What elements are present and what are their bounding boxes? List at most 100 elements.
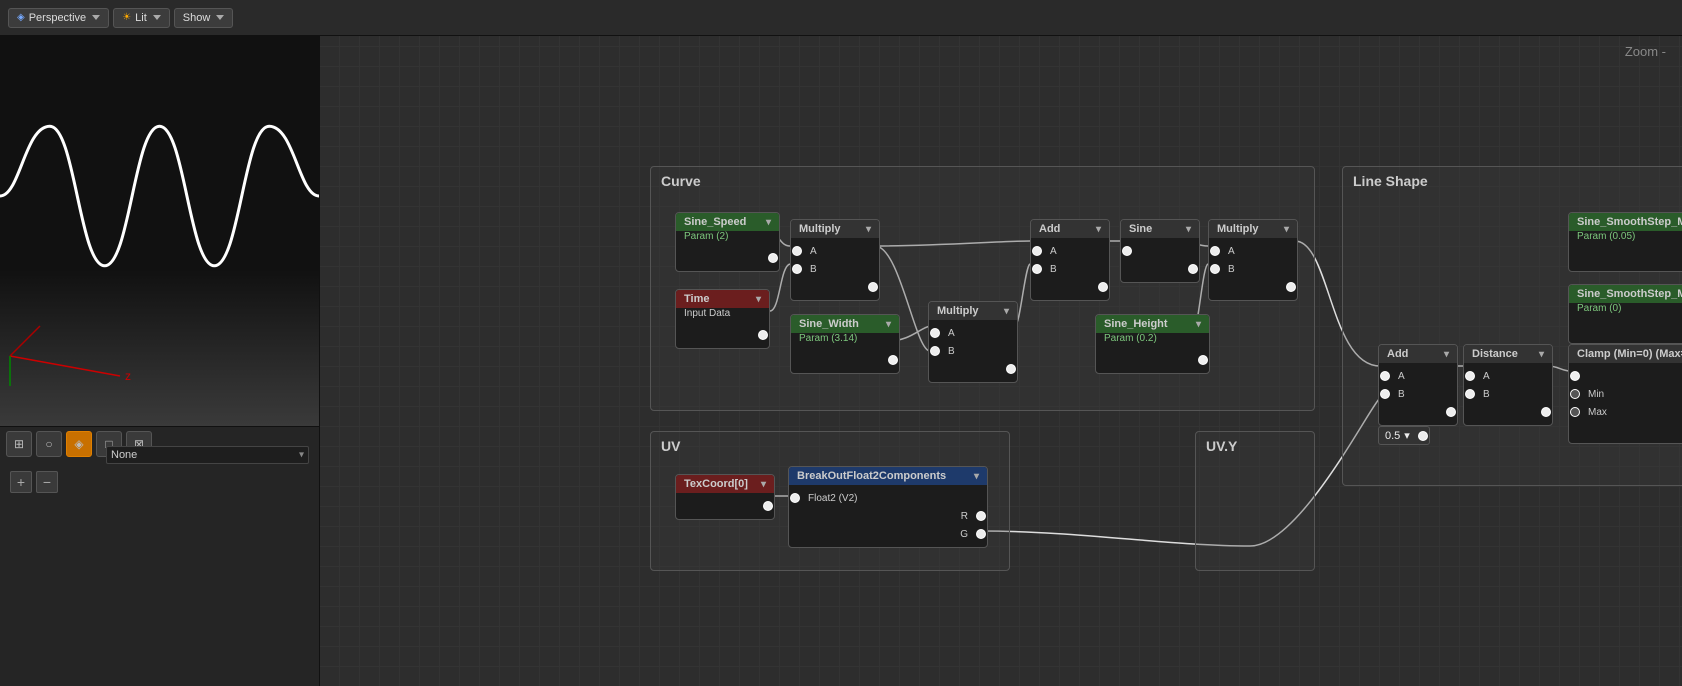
- svg-text:z: z: [125, 369, 131, 383]
- node-sine-expand[interactable]: ▾: [1186, 224, 1191, 235]
- node-add1-expand[interactable]: ▾: [1096, 224, 1101, 235]
- pin-add2-out: [1446, 407, 1456, 417]
- node-time-out: [676, 326, 769, 344]
- pin-mul1-out-row: [791, 278, 879, 296]
- pin-mul3-b: [1210, 264, 1220, 274]
- node-distance-expand[interactable]: ▾: [1539, 349, 1544, 360]
- pin-mul1-a-row: A: [791, 242, 879, 260]
- pin-add1-a-row: A: [1031, 242, 1109, 260]
- pin-clamp-min: [1570, 389, 1580, 399]
- node-time-subtitle: Input Data: [676, 308, 769, 322]
- node-multiply3-expand[interactable]: ▾: [1284, 224, 1289, 235]
- show-btn[interactable]: Show: [174, 8, 234, 28]
- pin-breakout-r-row: R: [789, 507, 987, 525]
- perspective-dropdown-icon: [92, 15, 100, 20]
- node-const05: 0.5 ▾: [1378, 426, 1430, 445]
- phys-material-select-wrap: None: [106, 446, 309, 464]
- pin-mul2-b-row: B: [929, 342, 1017, 360]
- pin-add2-out-row: [1379, 403, 1457, 421]
- pin-breakout-g: [976, 529, 986, 539]
- node-breakout-expand[interactable]: ▾: [974, 471, 979, 482]
- plus-minus-row: + −: [6, 467, 313, 497]
- perspective-label: Perspective: [29, 12, 86, 24]
- pin-add1-out-row: [1031, 278, 1109, 296]
- node-texcoord-expand[interactable]: ▾: [761, 479, 766, 490]
- node-time-body: [676, 322, 769, 348]
- node-add2-body: A B: [1379, 363, 1457, 425]
- vp-tool-grid[interactable]: ⊞: [6, 431, 32, 457]
- phys-material-select[interactable]: None: [106, 446, 309, 464]
- pin-sine-width-out-row: [791, 351, 899, 369]
- add-btn[interactable]: +: [10, 471, 32, 493]
- pin-sine-in-row: [1121, 242, 1199, 260]
- pin-dist-a-row: A: [1464, 367, 1552, 385]
- pin-sine-out-row: [1121, 260, 1199, 278]
- group-uv-title: UV: [651, 432, 1009, 458]
- viewport: z ⊞ ○ ◈ □ ⊠: [0, 36, 319, 361]
- pin-breakout-r: [976, 511, 986, 521]
- node-clamp-title: Clamp (Min=0) (Max=1): [1577, 348, 1682, 360]
- vp-tool-active[interactable]: ◈: [66, 431, 92, 457]
- node-multiply2-header: Multiply ▾: [929, 302, 1017, 320]
- node-sine-speed-expand[interactable]: ▾: [766, 217, 771, 228]
- pin-dist-out: [1541, 407, 1551, 417]
- node-sine-speed: Sine_Speed ▾ Param (2): [675, 212, 780, 272]
- pin-sine-out: [1188, 264, 1198, 274]
- node-texcoord-header: TexCoord[0] ▾: [676, 475, 774, 493]
- node-time-header: Time ▾: [676, 290, 769, 308]
- perspective-icon: ◈: [17, 12, 25, 23]
- pin-clamp-max-label: Max: [1588, 407, 1607, 418]
- pin-dist-b: [1465, 389, 1475, 399]
- node-time-expand[interactable]: ▾: [756, 294, 761, 305]
- sine-wave-display: [0, 86, 319, 306]
- pin-add2-a-label: A: [1398, 371, 1405, 382]
- node-sine-width-header: Sine_Width ▾: [791, 315, 899, 333]
- pin-sine-ss-min-out-row: [1569, 249, 1682, 267]
- lit-btn[interactable]: ☀ Lit: [113, 8, 170, 28]
- node-add2-expand[interactable]: ▾: [1444, 349, 1449, 360]
- pin-mul1-b-row: B: [791, 260, 879, 278]
- node-add1-title: Add: [1039, 223, 1060, 235]
- pin-clamp-min-label: Min: [1588, 389, 1604, 400]
- pin-clamp-in: [1570, 371, 1580, 381]
- node-sine-width-expand[interactable]: ▾: [886, 319, 891, 330]
- node-sine-ss-max-header: Sine_SmoothStep_Max ▾: [1569, 285, 1682, 303]
- node-sine-ss-max-title: Sine_SmoothStep_Max: [1577, 288, 1682, 300]
- pin-dist-b-row: B: [1464, 385, 1552, 403]
- node-sine-ss-min: Sine_SmoothStep_Min ▾ Param (0.05): [1568, 212, 1682, 272]
- node-sine-ss-min-title: Sine_SmoothStep_Min: [1577, 216, 1682, 228]
- node-multiply3: Multiply ▾ A B: [1208, 219, 1298, 301]
- pin-clamp-max: [1570, 407, 1580, 417]
- pin-mul3-a: [1210, 246, 1220, 256]
- const05-expand[interactable]: ▾: [1404, 429, 1410, 442]
- node-multiply2-expand[interactable]: ▾: [1004, 306, 1009, 317]
- node-multiply3-title: Multiply: [1217, 223, 1259, 235]
- node-time-title: Time: [684, 293, 709, 305]
- node-sine-speed-body: [676, 245, 779, 271]
- pin-breakout-in: [790, 493, 800, 503]
- node-multiply1-expand[interactable]: ▾: [866, 224, 871, 235]
- node-clamp-header: Clamp (Min=0) (Max=1) ▾: [1569, 345, 1682, 363]
- pin-add1-a: [1032, 246, 1042, 256]
- pin-mul2-b: [930, 346, 940, 356]
- axis-display: z: [0, 316, 319, 396]
- viewport-canvas: z: [0, 36, 319, 426]
- group-uvy-title: UV.Y: [1196, 432, 1314, 458]
- node-sine-width-body: [791, 347, 899, 373]
- node-texcoord: TexCoord[0] ▾: [675, 474, 775, 520]
- node-sine-height-expand[interactable]: ▾: [1196, 319, 1201, 330]
- node-sine-ss-min-body: [1569, 245, 1682, 271]
- node-breakout: BreakOutFloat2Components ▾ Float2 (V2) R…: [788, 466, 988, 548]
- node-editor[interactable]: Zoom -: [320, 36, 1682, 686]
- node-sine-title: Sine: [1129, 223, 1152, 235]
- remove-btn[interactable]: −: [36, 471, 58, 493]
- node-sine-height: Sine_Height ▾ Param (0.2): [1095, 314, 1210, 374]
- group-uvy: UV.Y: [1195, 431, 1315, 571]
- perspective-btn[interactable]: ◈ Perspective: [8, 8, 109, 28]
- node-sine-width-title: Sine_Width: [799, 318, 859, 330]
- pin-time-out: [758, 330, 768, 340]
- node-sine-height-header: Sine_Height ▾: [1096, 315, 1209, 333]
- node-sine-width: Sine_Width ▾ Param (3.14): [790, 314, 900, 374]
- vp-tool-circle[interactable]: ○: [36, 431, 62, 457]
- node-distance-body: A B: [1464, 363, 1552, 425]
